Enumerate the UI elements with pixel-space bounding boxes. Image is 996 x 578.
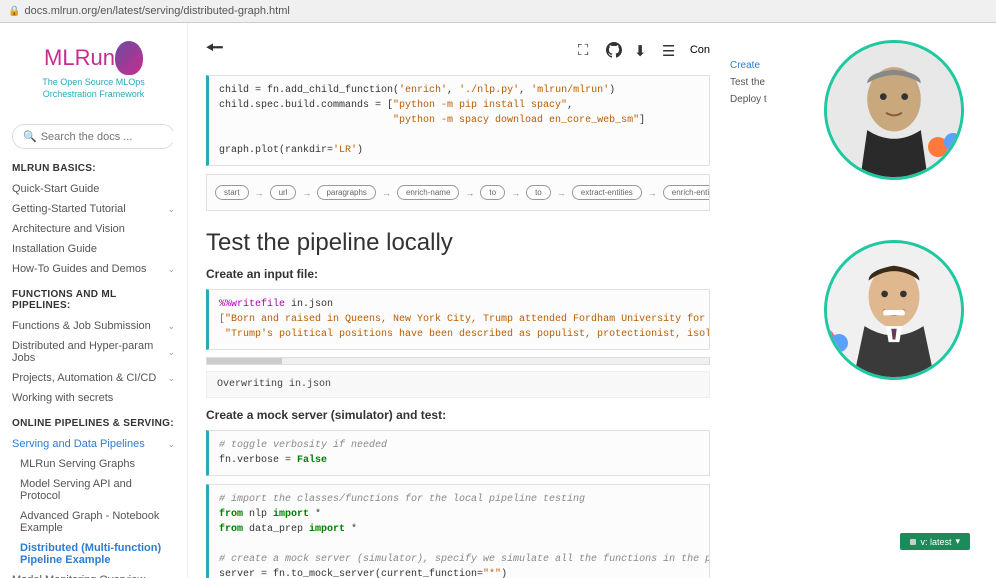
chevron-down-icon: ⌄ xyxy=(167,373,175,384)
nav-model-monitoring[interactable]: Model Monitoring Overview (Beta)⌄ xyxy=(12,570,175,578)
chevron-down-icon: ⌄ xyxy=(167,204,175,215)
logo-area[interactable]: MLRun The Open Source MLOpsOrchestration… xyxy=(12,33,175,114)
code-block-toggle[interactable]: # toggle verbosity if needed fn.verbose … xyxy=(206,430,710,476)
nav-distributed[interactable]: Distributed and Hyper-param Jobs⌄ xyxy=(12,336,175,368)
url-text: docs.mlrun.org/en/latest/serving/distrib… xyxy=(24,5,289,17)
graph-node: to xyxy=(480,185,505,200)
logo-icon xyxy=(115,41,143,75)
output-overwriting: Overwriting in.json xyxy=(206,371,710,398)
search-box[interactable]: 🔍 xyxy=(12,124,175,149)
graph-node: paragraphs xyxy=(317,185,375,200)
graph-node: enrich-name xyxy=(397,185,459,200)
nav-installation[interactable]: Installation Guide xyxy=(12,239,175,259)
blob-decoration-icon xyxy=(923,127,964,167)
graph-node: enrich-entities xyxy=(663,185,710,200)
nav-getting-started[interactable]: Getting-Started Tutorial⌄ xyxy=(12,199,175,219)
graph-node: start xyxy=(215,185,249,200)
toc-deploy[interactable]: Deploy t xyxy=(730,91,768,108)
download-icon[interactable]: ⬇ xyxy=(634,42,650,58)
url-bar[interactable]: 🔒 docs.mlrun.org/en/latest/serving/distr… xyxy=(0,0,996,23)
nav-distributed-pipeline[interactable]: Distributed (Multi-function) Pipeline Ex… xyxy=(12,538,175,570)
lock-icon: 🔒 xyxy=(8,6,20,17)
nav-functions-job[interactable]: Functions & Job Submission⌄ xyxy=(12,316,175,336)
nav-section-functions: FUNCTIONS AND ML PIPELINES: xyxy=(12,289,175,311)
sidebar: MLRun The Open Source MLOpsOrchestration… xyxy=(0,23,188,578)
nav-quickstart[interactable]: Quick-Start Guide xyxy=(12,179,175,199)
version-badge[interactable]: v: latest ▾ xyxy=(900,533,970,550)
nav-section-online: ONLINE PIPELINES & SERVING: xyxy=(12,418,175,429)
code-block-setup[interactable]: child = fn.add_child_function('enrich', … xyxy=(206,75,710,166)
version-label: v: latest xyxy=(920,537,951,547)
section-title: Test the pipeline locally xyxy=(206,229,710,257)
toc-create[interactable]: Create xyxy=(730,57,768,74)
nav-architecture[interactable]: Architecture and Vision xyxy=(12,219,175,239)
nav-section-basics: MLRUN BASICS: xyxy=(12,163,175,174)
nav-projects[interactable]: Projects, Automation & CI/CD⌄ xyxy=(12,368,175,388)
nav-serving-graphs[interactable]: MLRun Serving Graphs xyxy=(12,454,175,474)
avatar-presenter-1 xyxy=(824,40,964,180)
avatar-zone xyxy=(804,40,984,440)
chevron-down-icon: ⌄ xyxy=(167,347,175,358)
content-area: 🠔 ⛶ ⬇ ☰ Con child = fn.add_child_functio… xyxy=(188,23,728,578)
graph-node: url xyxy=(270,185,297,200)
topbar: 🠔 ⛶ ⬇ ☰ Con xyxy=(206,33,710,67)
code-block-import[interactable]: # import the classes/functions for the l… xyxy=(206,484,710,578)
chevron-down-icon: ⌄ xyxy=(167,264,175,275)
back-arrow-icon[interactable]: 🠔 xyxy=(206,33,224,67)
search-input[interactable] xyxy=(41,131,183,143)
blob-decoration-icon xyxy=(824,321,857,361)
chevron-down-icon: ⌄ xyxy=(167,321,175,332)
subheading-mock: Create a mock server (simulator) and tes… xyxy=(206,408,710,422)
graph-node: to xyxy=(526,185,551,200)
scrollbar[interactable] xyxy=(206,357,710,365)
subheading-input: Create an input file: xyxy=(206,267,710,281)
search-icon: 🔍 xyxy=(23,130,37,143)
avatar-presenter-2 xyxy=(824,240,964,380)
nav-advanced-graph[interactable]: Advanced Graph - Notebook Example xyxy=(12,506,175,538)
nav-secrets[interactable]: Working with secrets xyxy=(12,388,175,408)
nav-howto[interactable]: How-To Guides and Demos⌄ xyxy=(12,259,175,279)
nav-serving-pipelines[interactable]: Serving and Data Pipelines⌄ xyxy=(12,434,175,454)
book-icon xyxy=(910,539,916,545)
right-toc: Create Test the Deploy t xyxy=(728,23,770,578)
menu-icon[interactable]: ☰ xyxy=(662,42,678,58)
chevron-down-icon: ⌄ xyxy=(167,439,175,450)
graph-diagram: start→ url→ paragraphs→ enrich-name→ to→… xyxy=(206,174,710,211)
toc-test[interactable]: Test the xyxy=(730,74,768,91)
fullscreen-icon[interactable]: ⛶ xyxy=(578,42,594,58)
graph-node: extract-entities xyxy=(572,185,642,200)
github-icon[interactable] xyxy=(606,42,622,58)
chevron-down-icon: ▾ xyxy=(955,536,960,547)
logo-text: MLRun xyxy=(44,45,115,71)
code-block-writefile[interactable]: %%writefile in.json ["Born and raised in… xyxy=(206,289,710,350)
tagline: The Open Source MLOpsOrchestration Frame… xyxy=(12,77,175,100)
contents-label: Con xyxy=(690,44,710,56)
nav-model-serving-api[interactable]: Model Serving API and Protocol xyxy=(12,474,175,506)
